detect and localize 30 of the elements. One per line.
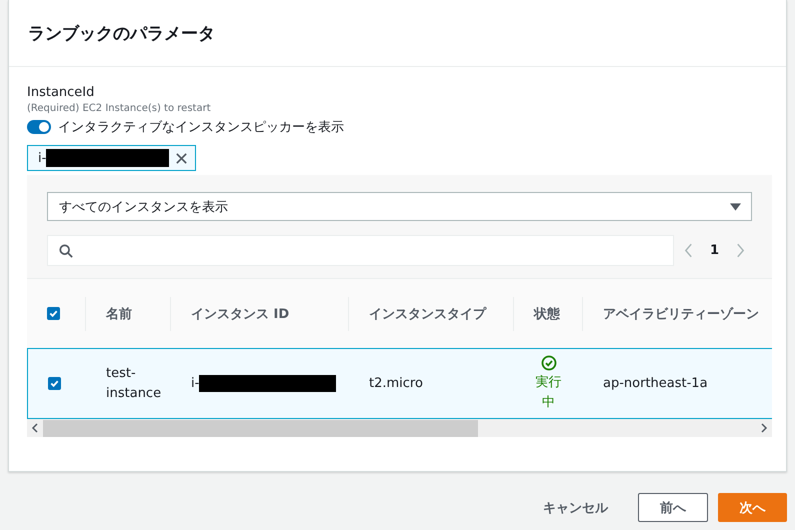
select-all-checkbox[interactable] — [47, 307, 60, 320]
parameter-description: (Required) EC2 Instance(s) to restart — [27, 103, 212, 114]
column-header[interactable]: アベイラビリティーゾーン — [603, 304, 759, 322]
table-cell-text: test-instance — [106, 364, 162, 402]
column-header[interactable]: 名前 — [106, 304, 132, 322]
table-row[interactable]: test-instance i- t2.micro 実行中 ap-northeast-1a — [27, 348, 772, 419]
status-text: 実行中 — [534, 374, 562, 412]
search-icon — [59, 244, 73, 258]
table-cell: t2.micro — [369, 376, 423, 391]
parameter-label: InstanceId — [27, 85, 96, 100]
scrollbar-thumb[interactable] — [43, 420, 478, 436]
filter-dropdown[interactable]: すべてのインスタンスを表示 — [47, 192, 752, 221]
page-number[interactable]: 1 — [710, 243, 720, 258]
token-text: i- — [38, 150, 46, 166]
search-field[interactable] — [47, 235, 674, 266]
row-checkbox[interactable] — [48, 377, 61, 390]
table-cell: ap-northeast-1a — [603, 376, 708, 391]
column-header[interactable]: 状態 — [534, 304, 560, 322]
previous-button[interactable]: 前へ — [638, 493, 708, 522]
toggle-switch[interactable] — [27, 120, 51, 134]
dialog-title: ランブックのパラメータ — [28, 22, 215, 44]
column-header[interactable]: インスタンスタイプ — [369, 304, 486, 322]
column-header[interactable]: インスタンス ID — [191, 304, 290, 322]
close-icon[interactable] — [175, 152, 188, 164]
toggle-label: インタラクティブなインスタンスピッカーを表示 — [58, 119, 344, 136]
cancel-button[interactable]: キャンセル — [523, 493, 628, 522]
check-circle-icon — [540, 354, 556, 370]
horizontal-scrollbar[interactable] — [27, 419, 772, 437]
table-cell: i- — [191, 376, 200, 391]
caret-icon — [730, 202, 741, 210]
